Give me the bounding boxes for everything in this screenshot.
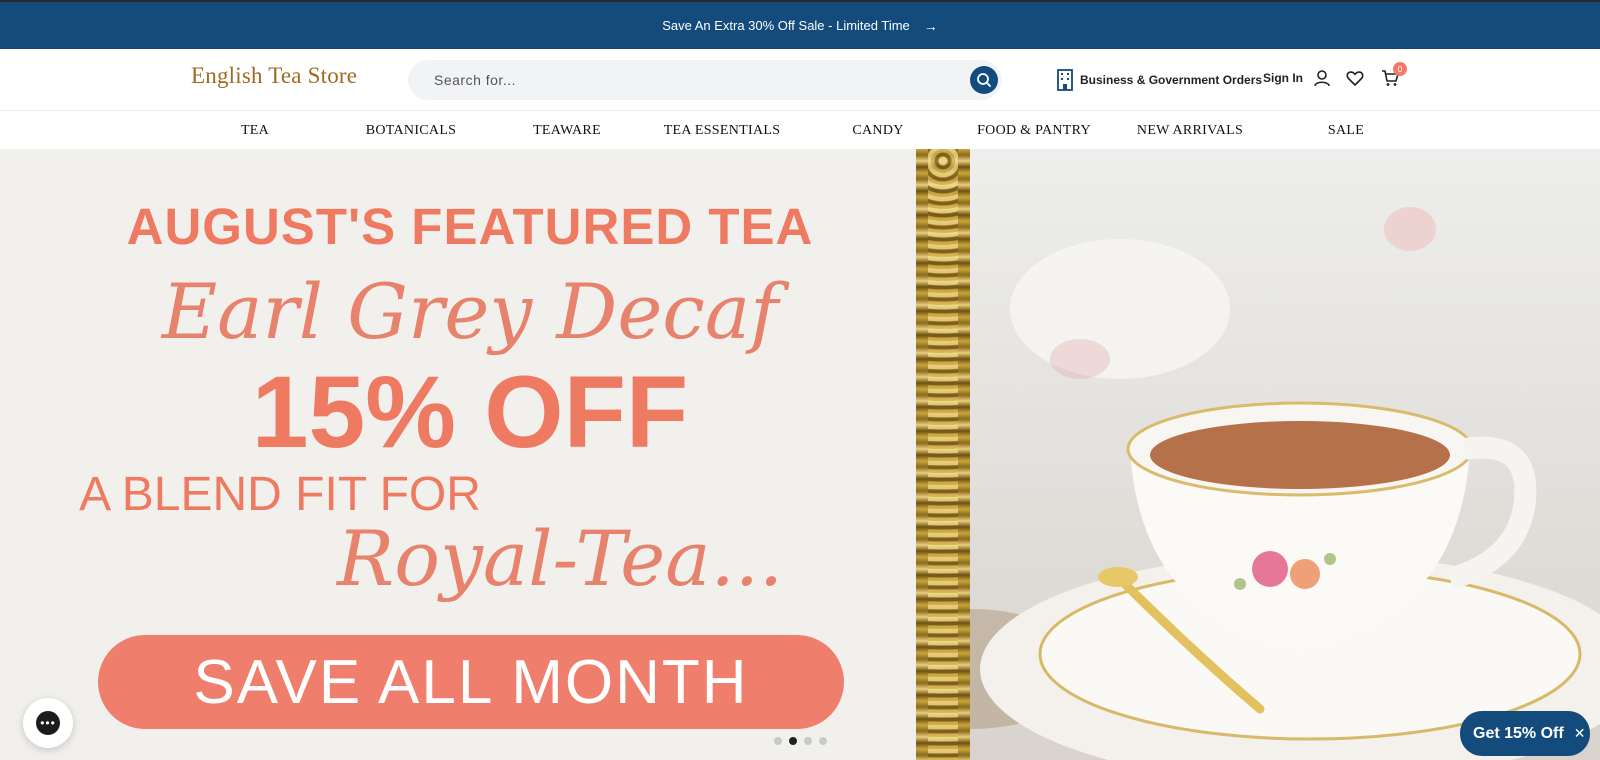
- carousel-dot[interactable]: [774, 737, 782, 745]
- building-icon: [1057, 69, 1073, 91]
- site-header: English Tea Store Business & Government …: [0, 49, 1600, 111]
- hero-cta-label: SAVE ALL MONTH: [193, 647, 749, 717]
- hero-discount: 15% OFF: [251, 355, 689, 469]
- close-icon[interactable]: ✕: [1574, 725, 1586, 742]
- logo-text: English Tea Store: [191, 63, 358, 88]
- nav-item-candy[interactable]: CANDY: [852, 123, 903, 139]
- hero-royal-line: Royal-Tea...: [336, 514, 784, 603]
- search-icon: [977, 73, 991, 87]
- teacup-photo: [970, 149, 1600, 760]
- sign-in-label: Sign In: [1263, 71, 1303, 85]
- nav-item-food-pantry[interactable]: FOOD & PANTRY: [977, 123, 1091, 139]
- nav-item-tea[interactable]: TEA: [241, 123, 269, 139]
- chat-widget-button[interactable]: •••: [23, 698, 73, 748]
- nav-item-botanicals[interactable]: BOTANICALS: [366, 123, 457, 139]
- sign-in-link[interactable]: Sign In: [1263, 69, 1331, 87]
- nav-item-teaware[interactable]: TEAWARE: [533, 123, 601, 139]
- wishlist-button[interactable]: [1346, 69, 1364, 92]
- search-button[interactable]: [970, 66, 998, 94]
- search-bar: [408, 60, 1002, 100]
- chat-bubble-icon: •••: [36, 711, 60, 735]
- ornate-frame-border: [916, 149, 970, 760]
- carousel-dot[interactable]: [819, 737, 827, 745]
- carousel-dots: [774, 737, 827, 745]
- carousel-dot[interactable]: [804, 737, 812, 745]
- cart-button[interactable]: 0: [1381, 62, 1407, 92]
- heart-icon: [1346, 71, 1364, 86]
- search-input[interactable]: [434, 72, 934, 88]
- discount-popup-button[interactable]: Get 15% Off ✕: [1460, 711, 1590, 756]
- site-logo[interactable]: English Tea Store: [191, 63, 357, 89]
- nav-item-new-arrivals[interactable]: NEW ARRIVALS: [1137, 123, 1243, 139]
- hero-tea-name: Earl Grey Decaf: [161, 267, 779, 356]
- announcement-text[interactable]: Save An Extra 30% Off Sale - Limited Tim…: [662, 18, 910, 33]
- arrow-right-icon[interactable]: →: [924, 18, 938, 34]
- nav-item-tea-essentials[interactable]: TEA ESSENTIALS: [664, 123, 781, 139]
- business-orders-label: Business & Government Orders: [1080, 73, 1263, 87]
- business-orders-link[interactable]: Business & Government Orders: [1055, 69, 1262, 91]
- nav-item-sale[interactable]: SALE: [1328, 123, 1364, 139]
- user-icon: [1314, 70, 1330, 87]
- main-nav: TEA BOTANICALS TEAWARE TEA ESSENTIALS CA…: [0, 111, 1600, 149]
- hero-cta-pill[interactable]: SAVE ALL MONTH: [98, 635, 844, 729]
- carousel-dot-active[interactable]: [789, 737, 797, 745]
- hero-banner[interactable]: AUGUST'S FEATURED TEA Earl Grey Decaf 15…: [0, 149, 1600, 760]
- hero-featured-heading: AUGUST'S FEATURED TEA: [126, 198, 814, 255]
- discount-label: Get 15% Off: [1473, 724, 1564, 742]
- cart-count-badge: 0: [1393, 62, 1407, 76]
- teacup-illustration: [970, 207, 1600, 760]
- announcement-bar[interactable]: Save An Extra 30% Off Sale - Limited Tim…: [0, 0, 1600, 49]
